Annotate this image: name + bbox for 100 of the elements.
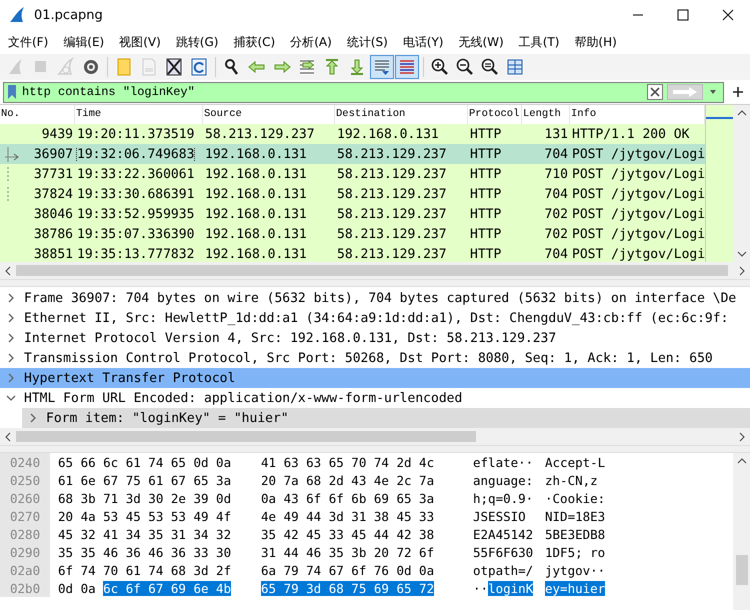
table-cell: 38851 <box>34 246 73 262</box>
horizontal-scrollbar[interactable] <box>0 262 750 279</box>
table-cell: 19:20:11.373519 <box>77 126 194 142</box>
ascii-text: 55F6F630 <box>473 544 534 560</box>
zoom-out-icon <box>455 57 475 77</box>
scroll-thumb[interactable] <box>736 555 748 585</box>
restart-icon <box>56 57 76 77</box>
packet-row[interactable]: 9439 19:20:11.373519 58.213.129.237 192.168.0.131 HTTP 131 HTTP/1.1 200 OK <box>0 124 705 144</box>
scroll-up-icon[interactable] <box>736 457 746 465</box>
scroll-down-icon[interactable] <box>736 250 747 258</box>
menu-item[interactable]: 电话(Y) <box>398 34 448 50</box>
tree-item[interactable]: HTML Form URL Encoded: application/x-www-form-urlencoded <box>0 388 750 408</box>
tree-item[interactable]: Transmission Control Protocol, Src Port: 50268, Dst Port: 8080, Seq: 1, Ack: 1, Len: 650 <box>0 348 750 368</box>
table-cell: HTTP <box>470 186 502 202</box>
menu-item[interactable]: 分析(A) <box>286 34 336 50</box>
clear-icon[interactable] <box>647 84 663 100</box>
menu-item[interactable]: 帮助(H) <box>570 34 621 50</box>
table-cell: 704 <box>544 246 568 262</box>
packet-row[interactable]: 37731 19:33:22.360061 192.168.0.131 58.213.129.237 HTTP 710 POST /jytgov/Logi <box>0 164 705 184</box>
table-cell: POST /jytgov/Logi <box>572 146 705 162</box>
tree-item[interactable]: Internet Protocol Version 4, Src: 192.168.0.131, Dst: 58.213.129.237 <box>0 328 750 348</box>
tree-item[interactable]: Form item: "loginKey" = "huier" <box>22 408 750 428</box>
shark-fin-icon <box>8 6 26 24</box>
toolbar-button[interactable] <box>370 55 394 79</box>
scroll-right-icon[interactable] <box>738 266 746 276</box>
byte-offset: 0250 <box>0 471 50 489</box>
packet-row[interactable]: 38046 19:33:52.959935 192.168.0.131 58.213.129.237 HTTP 702 POST /jytgov/Logi <box>0 204 705 224</box>
tree-item[interactable]: Ethernet II, Src: HewlettP_1d:dd:a1 (34:64:a9:1d:dd:a1), Dst: ChengduV_43:cb:ff (ec:6c:9f: <box>0 308 750 328</box>
table-cell: 702 <box>544 226 568 242</box>
close-icon[interactable] <box>722 9 734 21</box>
packet-row[interactable]: 38786 19:35:07.336390 192.168.0.131 58.213.129.237 HTTP 702 POST /jytgov/Logi <box>0 224 705 244</box>
packet-row[interactable]: 38851 19:35:13.777832 192.168.0.131 58.213.129.237 HTTP 704 POST /jytgov/Logi <box>0 244 705 262</box>
byte-offset: 0290 <box>0 543 50 561</box>
hex-bytes: 41 63 63 65 70 74 2d 4c <box>261 454 434 470</box>
ascii-text: ey=huier <box>545 580 606 596</box>
selected-packet-row[interactable]: 36907 19:32:06.749683 192.168.0.131 58.213.129.237 HTTP 704 POST /jytgov/Logi <box>0 144 705 164</box>
table-cell: HTTP <box>470 206 502 222</box>
chevron-down-icon[interactable] <box>6 393 16 403</box>
table-cell: 19:33:52.959935 <box>77 206 194 222</box>
table-cell: HTTP <box>470 246 502 262</box>
ascii-text: E2A45142 <box>473 526 534 542</box>
resize-columns-icon <box>505 57 525 77</box>
table-cell: POST /jytgov/Logi <box>572 166 705 182</box>
byte-offset: 0240 <box>0 453 50 471</box>
menu-item[interactable]: 编辑(E) <box>59 34 108 50</box>
vertical-scrollbar[interactable] <box>733 105 750 262</box>
table-cell: 192.168.0.131 <box>205 246 307 262</box>
menu-item[interactable]: 视图(V) <box>115 34 165 50</box>
toolbar-button[interactable] <box>395 55 419 79</box>
menu-item[interactable]: 文件(F) <box>4 34 52 50</box>
tree-item[interactable]: Frame 36907: 704 bytes on wire (5632 bits), 704 bytes captured (5632 bits) on interface \De <box>0 288 750 308</box>
chevron-right-icon[interactable] <box>28 413 38 423</box>
related-line-icon <box>7 186 9 202</box>
reload-icon <box>189 57 209 77</box>
scroll-left-icon[interactable] <box>4 432 12 442</box>
hex-bytes: 6c 6f 67 69 6e 4b <box>103 580 232 596</box>
table-cell: HTTP <box>470 126 502 142</box>
menu-item[interactable]: 无线(W) <box>454 34 508 50</box>
ascii-text: anguage: <box>473 472 534 488</box>
table-cell: 38046 <box>34 206 73 222</box>
hex-bytes: 65 79 3d 68 75 69 65 72 <box>261 580 434 596</box>
display-filter-field[interactable]: http contains "loginKey" <box>3 82 724 102</box>
scroll-left-icon[interactable] <box>4 266 12 276</box>
ascii-text: h;q=0.9· <box>473 490 534 506</box>
hex-bytes: 4e 49 44 3d 31 38 45 33 <box>261 508 434 524</box>
scroll-right-icon[interactable] <box>738 432 746 442</box>
table-cell: 19:35:07.336390 <box>77 226 194 242</box>
menu-item[interactable]: 统计(S) <box>342 34 392 50</box>
table-cell: POST /jytgov/Logi <box>572 206 705 222</box>
bookmark-icon[interactable] <box>6 84 18 100</box>
table-cell: 192.168.0.131 <box>205 146 307 162</box>
related-arrow-icon <box>4 146 19 162</box>
ascii-text: 5BE3EDB8 <box>545 526 606 542</box>
maximize-icon[interactable] <box>677 9 689 21</box>
horizontal-scrollbar[interactable] <box>0 428 750 445</box>
packet-row[interactable]: 37824 19:33:30.686391 192.168.0.131 58.213.129.237 HTTP 704 POST /jytgov/Logi <box>0 184 705 204</box>
table-cell: 192.168.0.131 <box>205 206 307 222</box>
tree-item[interactable]: Hypertext Transfer Protocol <box>0 368 750 388</box>
table-cell: 9439 <box>42 126 73 142</box>
table-cell: HTTP <box>470 146 502 162</box>
menu-item[interactable]: 工具(T) <box>514 34 564 50</box>
menu-item[interactable]: 跳转(G) <box>172 34 222 50</box>
byte-offset: 02a0 <box>0 561 50 579</box>
hex-bytes: 20 7a 68 2d 43 4e 2c 7a <box>261 472 434 488</box>
plus-icon[interactable] <box>732 86 744 98</box>
table-cell: 192.168.0.131 <box>205 226 307 242</box>
menu-item[interactable]: 捕获(C) <box>229 34 280 50</box>
vertical-scrollbar[interactable] <box>733 453 750 610</box>
scroll-thumb[interactable] <box>16 265 728 276</box>
table-cell: 36907 <box>34 146 73 162</box>
gear-icon <box>81 57 101 77</box>
ascii-text: zh-CN,z <box>545 472 598 488</box>
scroll-thumb[interactable] <box>16 431 476 442</box>
table-cell: 131 <box>544 126 568 142</box>
ascii-text: NID=18E3 <box>545 508 606 524</box>
hex-bytes: 45 32 41 34 35 31 34 32 <box>58 526 232 542</box>
related-line-icon <box>7 166 9 182</box>
hex-bytes: 68 3b 71 3d 30 2e 39 0d <box>58 490 232 506</box>
ascii-text: jytgov·· <box>545 562 606 578</box>
scroll-up-icon[interactable] <box>736 109 747 117</box>
